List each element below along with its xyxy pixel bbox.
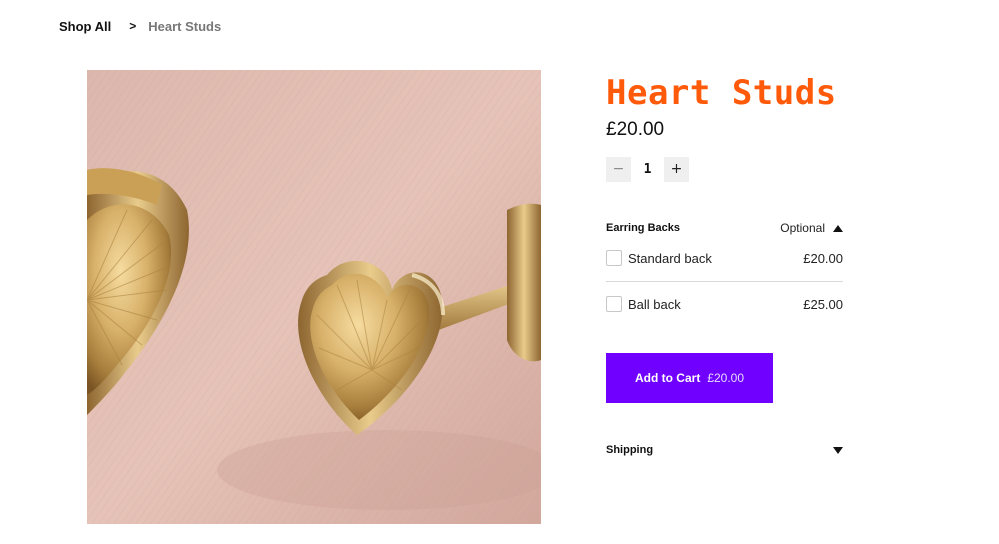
quantity-value: 1 bbox=[643, 161, 652, 177]
breadcrumb: Shop All > Heart Studs bbox=[59, 18, 221, 34]
option-label: Standard back bbox=[628, 250, 712, 266]
earring-backs-title: Earring Backs bbox=[606, 222, 680, 234]
options-divider bbox=[606, 281, 843, 282]
breadcrumb-shop-all-link[interactable]: Shop All bbox=[59, 19, 111, 34]
option-label: Ball back bbox=[628, 296, 681, 312]
add-to-cart-label: Add to Cart bbox=[634, 371, 701, 385]
shipping-toggle[interactable]: Shipping bbox=[606, 442, 843, 458]
add-to-cart-button[interactable]: Add to Cart £20.00 bbox=[606, 353, 773, 403]
option-ball-back[interactable]: Ball back £25.00 bbox=[606, 295, 843, 313]
earring-backs-toggle[interactable]: Earring Backs Optional bbox=[606, 220, 843, 236]
breadcrumb-separator: > bbox=[129, 19, 137, 33]
earring-backs-status: Optional bbox=[780, 221, 825, 235]
option-standard-back[interactable]: Standard back £20.00 bbox=[606, 249, 843, 267]
quantity-stepper: − 1 + bbox=[606, 156, 689, 182]
product-info-panel: Heart Studs £20.00 − 1 + Earring Backs O… bbox=[606, 0, 843, 544]
quantity-increment-button[interactable]: + bbox=[664, 156, 689, 182]
add-to-cart-price: £20.00 bbox=[707, 371, 745, 385]
standard-back-checkbox[interactable] bbox=[606, 250, 622, 266]
heart-stud-earrings-photo bbox=[87, 70, 541, 524]
quantity-decrement-button[interactable]: − bbox=[606, 156, 631, 182]
product-title: Heart Studs bbox=[606, 73, 837, 113]
option-price: £25.00 bbox=[803, 296, 843, 312]
option-price: £20.00 bbox=[803, 250, 843, 266]
chevron-up-icon bbox=[833, 224, 843, 232]
product-image[interactable] bbox=[87, 70, 541, 524]
breadcrumb-current: Heart Studs bbox=[148, 18, 222, 34]
ball-back-checkbox[interactable] bbox=[606, 296, 622, 312]
product-price: £20.00 bbox=[606, 119, 665, 140]
shipping-label: Shipping bbox=[606, 444, 654, 456]
chevron-down-icon bbox=[833, 446, 843, 454]
